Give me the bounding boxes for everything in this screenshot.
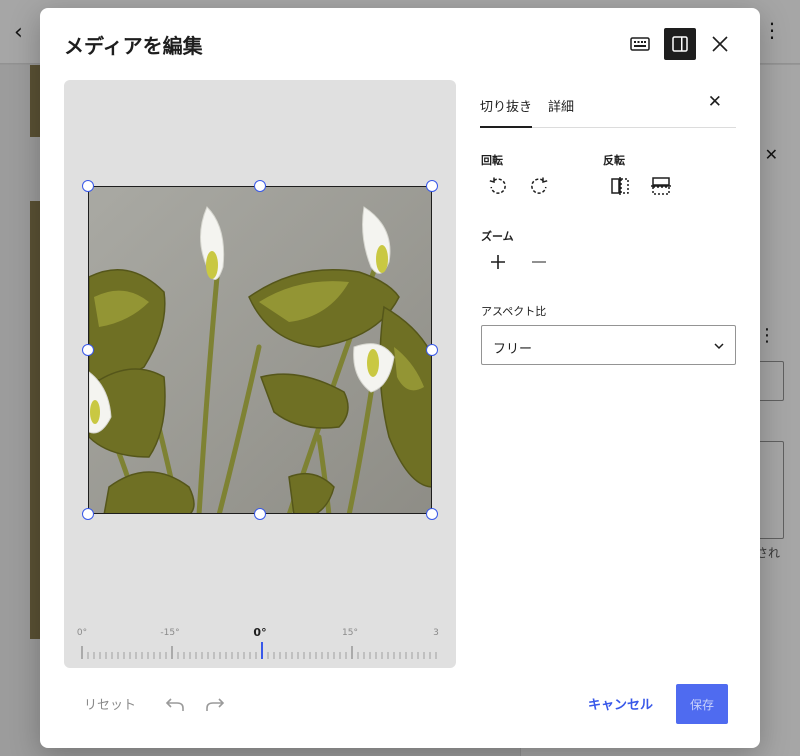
crop-handle-right[interactable] [426, 344, 438, 356]
aspect-ratio-value: フリー [493, 342, 533, 357]
zoom-out-icon [532, 261, 546, 263]
zoom-out-button[interactable] [525, 248, 553, 276]
rotate-right-icon [531, 177, 548, 194]
undo-button[interactable] [164, 694, 186, 714]
sidebar-toggle-icon [672, 36, 688, 52]
crop-handle-left[interactable] [82, 344, 94, 356]
rotate-right-button[interactable] [525, 172, 553, 200]
crop-handle-top-right[interactable] [426, 180, 438, 192]
toggle-sidebar-button[interactable] [664, 28, 696, 60]
ruler-ticks [81, 642, 437, 659]
flip-vertical-button[interactable] [647, 172, 675, 200]
cancel-button[interactable]: キャンセル [588, 694, 653, 713]
tab-crop[interactable]: 切り抜き [480, 94, 532, 128]
calla-lily-image [89, 187, 431, 513]
aspect-ratio-select[interactable]: フリー [481, 325, 736, 365]
crop-handle-top[interactable] [254, 180, 266, 192]
redo-icon [206, 698, 225, 711]
crop-handle-bottom[interactable] [254, 508, 266, 520]
ruler-label-current: 0° [253, 626, 267, 639]
rotate-left-button[interactable] [484, 172, 512, 200]
flip-label: 反転 [603, 154, 625, 167]
save-button[interactable]: 保存 [676, 684, 728, 724]
flip-vertical-icon [651, 177, 671, 195]
undo-icon [165, 698, 184, 711]
keyboard-shortcuts-button[interactable] [624, 28, 656, 60]
flip-horizontal-button[interactable] [606, 172, 634, 200]
ruler-label: -15° [160, 628, 180, 638]
edit-media-modal: メディアを編集 0° -15° 0° 15° 3 切り抜き 詳細 ✕ 回転 反転… [40, 8, 760, 748]
rotate-left-icon [489, 177, 506, 194]
ruler-label-edge: 3 [433, 628, 439, 638]
ruler-label-edge: 0° [76, 628, 88, 638]
tab-details[interactable]: 詳細 [548, 94, 574, 128]
edit-tabs: 切り抜き 詳細 ✕ [480, 92, 736, 128]
rotate-label: 回転 [481, 154, 503, 167]
crop-image[interactable] [88, 186, 432, 514]
crop-canvas: 0° -15° 0° 15° 3 [64, 80, 456, 668]
crop-handle-bottom-left[interactable] [82, 508, 94, 520]
zoom-label: ズーム [481, 230, 514, 243]
crop-handle-bottom-right[interactable] [426, 508, 438, 520]
panel-close-icon[interactable]: ✕ [708, 92, 722, 112]
close-icon [712, 36, 728, 52]
modal-close-button[interactable] [704, 28, 736, 60]
keyboard-icon [630, 37, 650, 51]
zoom-in-icon [491, 255, 505, 269]
flip-horizontal-icon [611, 177, 629, 195]
redo-button[interactable] [204, 694, 226, 714]
modal-title: メディアを編集 [64, 34, 203, 58]
chevron-down-icon [714, 343, 724, 350]
ruler-label: 15° [342, 628, 358, 638]
crop-handle-top-left[interactable] [82, 180, 94, 192]
reset-button[interactable]: リセット [84, 694, 136, 713]
zoom-in-button[interactable] [484, 248, 512, 276]
rotation-ruler[interactable]: 0° -15° 0° 15° 3 [76, 626, 440, 664]
aspect-ratio-label: アスペクト比 [481, 305, 547, 318]
